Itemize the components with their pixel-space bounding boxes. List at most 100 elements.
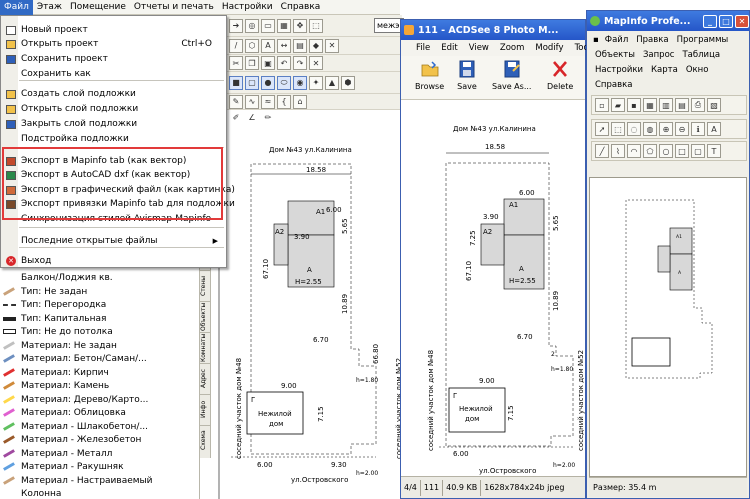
mi-print-icon[interactable]: ⎙ [691, 98, 705, 112]
file-menu-item-5[interactable]: Создать слой подложки [2, 87, 225, 101]
acdsee-titlebar[interactable]: 111 - ACDSee 8 Photo M... [401, 20, 585, 40]
side-tab-4[interactable]: Адрес [200, 363, 211, 393]
grid-tool-icon[interactable]: ▦ [277, 18, 291, 33]
arrow-tool-icon[interactable]: ➔ [229, 18, 243, 33]
mi-zoomin-icon[interactable]: ⊕ [659, 122, 673, 136]
pen-tool-icon[interactable]: ✎ [229, 94, 243, 109]
file-menu-item-11[interactable]: Экспорт в графический файл (как картинка… [2, 183, 235, 197]
layer-item[interactable]: Колонна [3, 487, 61, 499]
mi-chart-icon[interactable]: ▥ [659, 98, 673, 112]
layer-item[interactable]: Материал: Бетон/Саман/... [3, 352, 147, 365]
mi-text-icon[interactable]: T [707, 144, 721, 158]
mi-label-icon[interactable]: A [707, 122, 721, 136]
rounded-rect-tool-icon[interactable]: ▢ [245, 75, 259, 90]
mapinfo-titlebar[interactable]: MapInfo Profe... _ □ ✕ [587, 11, 749, 31]
cut-icon[interactable]: ✂ [229, 56, 243, 70]
acd-menu-view[interactable]: View [464, 43, 494, 53]
measure-tool-icon[interactable]: ↔ [277, 38, 291, 53]
mi-menu-edit[interactable]: Правка [632, 35, 672, 45]
file-menu-item-8[interactable]: Подстройка подложки [2, 132, 225, 146]
paste-icon[interactable]: ▣ [261, 56, 275, 70]
mi-table-icon[interactable]: ▦ [643, 98, 657, 112]
erase-tool-icon[interactable]: ✕ [325, 38, 339, 53]
layer-item[interactable]: Материал: Дерево/Карто... [3, 393, 148, 406]
mi-roundrect-icon[interactable]: ▢ [691, 144, 705, 158]
file-menu-item-4[interactable]: Сохранить как [2, 67, 225, 81]
layer-item[interactable]: Материал - Железобетон [3, 433, 141, 446]
hex-tool-icon[interactable]: ⬢ [341, 75, 355, 90]
brace-tool-icon[interactable]: { [277, 94, 291, 109]
target-tool-icon[interactable]: ◉ [293, 75, 307, 90]
layer-item[interactable]: Материал - Настраиваемый [3, 474, 153, 487]
menu-file[interactable]: Файл [0, 0, 33, 15]
acdsee-image-view[interactable]: Дом №43 ул.Калинина 18.58 А1 А2 А H=2.55… [401, 101, 585, 476]
mi-rect-icon[interactable]: □ [675, 144, 689, 158]
side-tab-2[interactable]: Объекты [200, 301, 211, 331]
mapinfo-map-canvas[interactable]: А1 А [590, 178, 746, 476]
delete-icon[interactable]: ✕ [309, 56, 323, 70]
acd-menu-edit[interactable]: Edit [436, 43, 462, 53]
acd-menu-modify[interactable]: Modify [530, 43, 568, 53]
delete-button[interactable]: Delete [547, 60, 573, 91]
file-menu-item-12[interactable]: Экспорт привязки Mapinfo tab для подложк… [2, 197, 235, 211]
mi-open-icon[interactable]: ▰ [611, 98, 625, 112]
layer-item[interactable]: Материал: Не задан [3, 339, 117, 352]
layer-item[interactable]: Балкон/Лоджия кв. [3, 271, 113, 284]
layer-item[interactable]: Материал: Кирпич [3, 366, 109, 379]
mi-radius-icon[interactable]: ◌ [627, 122, 641, 136]
layer-item[interactable]: Тип: Не до потолка [3, 325, 113, 338]
side-tab-3[interactable]: Комнаты [200, 332, 211, 362]
mi-polyline-icon[interactable]: ⌇ [611, 144, 625, 158]
mi-menu-window[interactable]: Окно [682, 65, 713, 75]
main-plan-canvas[interactable]: Дом №43 ул.Калинина 18.58 А1 А2 А H=2.55… [211, 124, 401, 499]
wave-tool-icon[interactable]: ≈ [261, 94, 275, 109]
file-menu-item-14[interactable]: Последние открытые файлы ▶ [2, 234, 225, 248]
triangle-tool-icon[interactable]: ▲ [325, 75, 339, 90]
poly-tool-icon[interactable]: ⬡ [245, 38, 259, 53]
lock-icon[interactable]: ⌂ [293, 94, 307, 109]
mi-polygon-icon[interactable]: ⬠ [643, 144, 657, 158]
save-as-button[interactable]: Save As... [492, 60, 531, 91]
minimize-button[interactable]: _ [703, 14, 717, 28]
menu-settings[interactable]: Настройки [218, 0, 277, 15]
layer-item[interactable]: Материал - Металл [3, 447, 112, 460]
file-menu-item-10[interactable]: Экспорт в AutoCAD dxf (как вектор) [2, 168, 225, 182]
mi-menu-sys-icon[interactable]: ▪ [591, 35, 601, 45]
mi-marquee-icon[interactable]: ⬚ [611, 122, 625, 136]
pan-tool-icon[interactable]: ✥ [293, 18, 307, 33]
file-menu-item-7[interactable]: Закрыть слой подложки [2, 117, 225, 131]
layer-item[interactable]: Тип: Капитальная [3, 312, 106, 325]
ellipse-tool-icon[interactable]: ⬭ [277, 75, 291, 90]
mi-zoomout-icon[interactable]: ⊖ [675, 122, 689, 136]
browse-button[interactable]: Browse [415, 60, 444, 91]
mi-select-icon[interactable]: ➚ [595, 122, 609, 136]
square-tool-icon[interactable]: ■ [229, 75, 243, 90]
mi-new-icon[interactable]: ▫ [595, 98, 609, 112]
file-menu-item-6[interactable]: Открыть слой подложки [2, 102, 225, 116]
rect-tool-icon[interactable]: ▭ [261, 18, 275, 33]
acd-menu-file[interactable]: File [411, 43, 435, 53]
file-menu-item-15[interactable]: ✕ Выход [2, 254, 225, 268]
menu-help[interactable]: Справка [277, 0, 325, 15]
layer-item[interactable]: Материал: Камень [3, 379, 109, 392]
mi-arc-icon[interactable]: ◠ [627, 144, 641, 158]
pencil2-tool-icon[interactable]: ✏ [261, 110, 275, 124]
redo-icon[interactable]: ↷ [293, 56, 307, 70]
curve-tool-icon[interactable]: ∿ [245, 94, 259, 109]
file-menu-item-13[interactable]: Синхронизация стилей Avismap-Mapinfo [2, 212, 225, 226]
mi-line-icon[interactable]: ╱ [595, 144, 609, 158]
bucket-tool-icon[interactable]: ◆ [309, 38, 323, 53]
file-menu-item-1[interactable]: Новый проект [2, 23, 225, 37]
file-menu-item-2[interactable]: Открыть проект Ctrl+O [2, 37, 225, 51]
mi-export-icon[interactable]: ▧ [707, 98, 721, 112]
undo-icon[interactable]: ↶ [277, 56, 291, 70]
line-tool-icon[interactable]: / [229, 38, 243, 53]
layer-item[interactable]: Материал: Облицовка [3, 406, 126, 419]
mi-menu-settings[interactable]: Настройки [591, 65, 647, 75]
mi-menu-objects[interactable]: Объекты [591, 50, 639, 60]
mi-menu-table[interactable]: Таблица [678, 50, 724, 60]
angle-tool-icon[interactable]: ∠ [245, 110, 259, 124]
zoom-tool-icon[interactable]: ◎ [245, 18, 259, 33]
close-button[interactable]: ✕ [735, 14, 749, 28]
circle-tool-icon[interactable]: ● [261, 75, 275, 90]
